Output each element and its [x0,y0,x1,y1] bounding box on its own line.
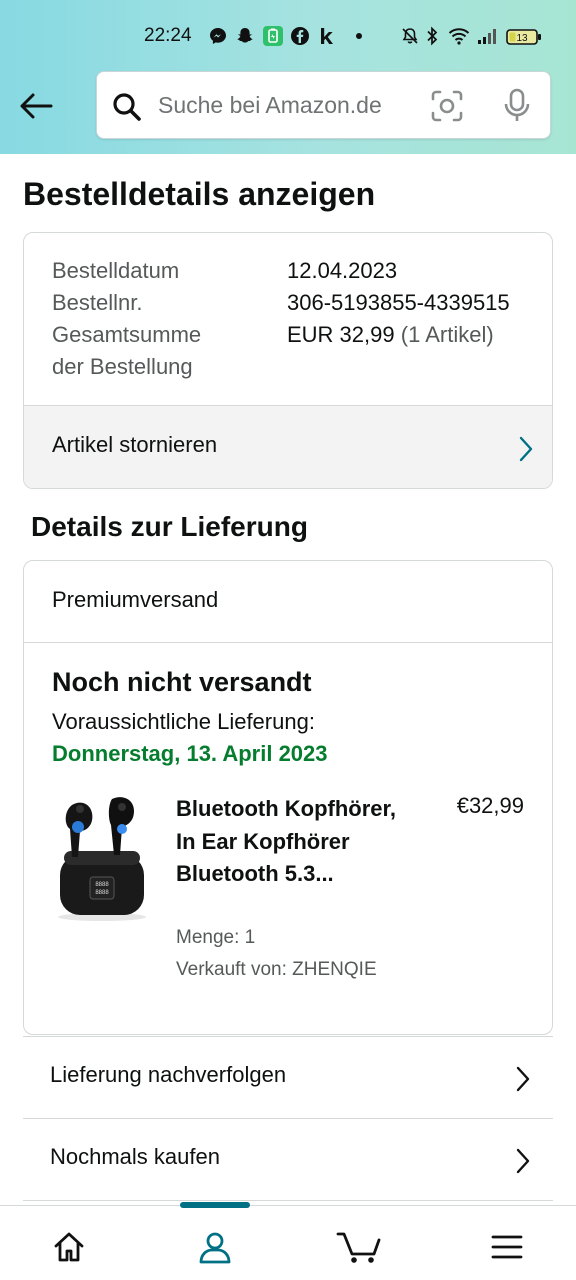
cancel-items-label: Artikel stornieren [52,432,218,457]
back-button[interactable] [14,84,58,128]
messenger-icon [208,26,228,46]
status-time: 22:24 [144,25,192,46]
cart-icon[interactable] [334,1224,384,1270]
chevron-right-icon [515,1147,531,1180]
page-title: Bestelldetails anzeigen [23,176,376,212]
order-summary-card: Bestelldatum 12.04.2023 Bestellnr. 306-5… [23,232,553,489]
app-header: 22:24 13 Suche bei Amazon.de [0,0,576,154]
k-icon [318,26,336,46]
search-bar[interactable]: Suche bei Amazon.de [96,71,551,139]
product-title-link[interactable]: Bluetooth Kopfhörer, In Ear Kopfhörer Bl… [176,793,406,891]
divider [24,642,552,643]
cancel-items-row[interactable]: Artikel stornieren [24,405,552,488]
track-delivery-label: Lieferung nachverfolgen [50,1062,287,1087]
order-number-label: Bestellnr. [52,290,143,315]
expected-delivery-label: Voraussichtliche Lieferung: [52,709,315,734]
order-total-label-line2: der Bestellung [52,354,193,379]
search-icon [111,91,143,128]
snapchat-icon [235,26,255,46]
product-price: €32,99 [456,793,524,818]
svg-text:8888: 8888 [95,890,109,896]
delivery-card: Premiumversand Noch nicht versandt Vorau… [23,560,553,1035]
search-input[interactable]: Suche bei Amazon.de [158,92,382,119]
chevron-right-icon [518,435,534,468]
menu-icon[interactable] [482,1224,532,1270]
order-total-amount: EUR 32,99 [287,322,395,347]
order-date-value: 12.04.2023 [287,258,398,283]
signal-icon [476,26,500,46]
buy-again-row[interactable]: Nochmals kaufen [23,1118,553,1200]
home-icon[interactable] [44,1224,94,1270]
microphone-icon[interactable] [502,87,532,130]
order-total-items: (1 Artikel) [400,322,494,347]
product-seller: Verkauft von: ZHENQIE [176,959,377,980]
product-image[interactable]: 8888 8888 [54,793,150,923]
active-tab-indicator [180,1202,250,1208]
order-number-value: 306-5193855-4339515 [287,290,510,315]
arrow-left-icon [20,93,53,119]
svg-text:13: 13 [516,33,528,44]
bottom-navigation [0,1202,576,1280]
chevron-right-icon [515,1065,531,1098]
bluetooth-icon [424,26,440,46]
expected-delivery-date: Donnerstag, 13. April 2023 [52,741,328,766]
svg-text:8888: 8888 [95,882,109,888]
order-total-row: Gesamtsumme der Bestellung EUR 32,99 (1 … [52,319,532,383]
wifi-icon [448,26,470,46]
battery-icon: 13 [506,27,542,47]
mute-icon [400,26,420,46]
shipment-status: Noch nicht versandt [52,667,312,697]
track-delivery-row[interactable]: Lieferung nachverfolgen [23,1036,553,1118]
facebook-icon [290,26,310,46]
battery-saver-icon [262,26,284,46]
order-total-value: EUR 32,99 (1 Artikel) [287,319,494,351]
dot-icon [354,26,364,46]
order-number-row: Bestellnr. 306-5193855-4339515 [52,287,532,319]
delivery-section-title: Details zur Lieferung [31,511,308,542]
order-date-row: Bestelldatum 12.04.2023 [52,255,532,287]
shipping-method: Premiumversand [52,587,219,612]
order-date-label: Bestelldatum [52,258,180,283]
camera-icon[interactable] [430,89,464,128]
status-bar: 22:24 13 [0,0,576,72]
account-icon[interactable] [190,1224,240,1270]
buy-again-label: Nochmals kaufen [50,1144,220,1169]
product-quantity: Menge: 1 [176,927,256,948]
